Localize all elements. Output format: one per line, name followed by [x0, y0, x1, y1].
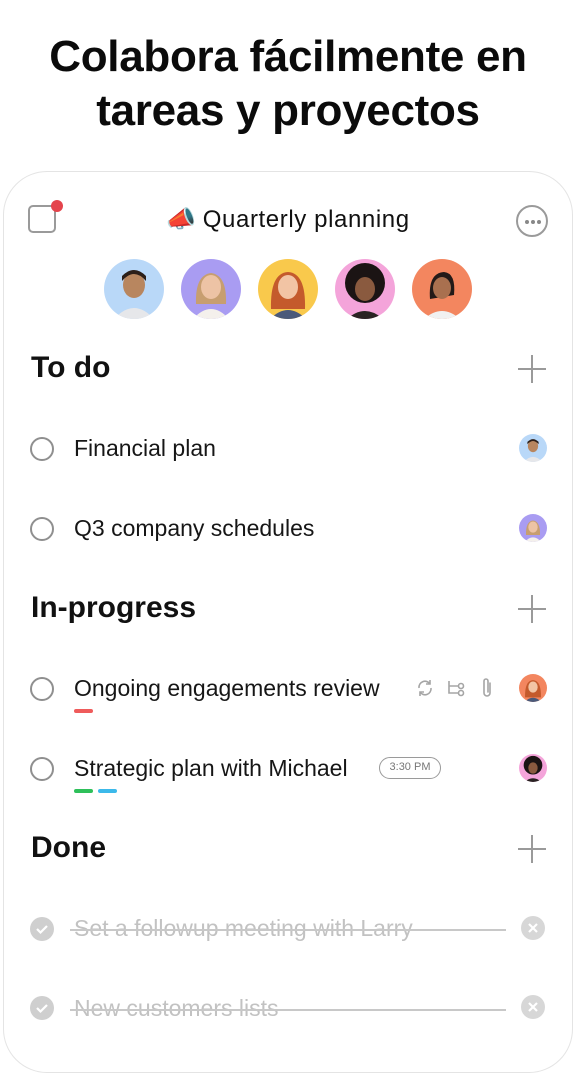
task-row[interactable]: New customers lists	[0, 984, 576, 1034]
task-checkbox[interactable]	[30, 517, 54, 541]
task-row[interactable]: Ongoing engagements review	[0, 664, 576, 714]
task-label: Ongoing engagements review	[74, 675, 380, 701]
task-row[interactable]: Q3 company schedules	[0, 504, 576, 554]
member-avatar-1[interactable]	[104, 259, 164, 319]
task-label: Q3 company schedules	[74, 515, 315, 541]
assignee-avatar[interactable]	[519, 514, 547, 542]
strikethrough-line	[70, 929, 506, 931]
assignee-avatar[interactable]	[519, 674, 547, 702]
task-checkbox[interactable]	[30, 757, 54, 781]
member-avatar-2[interactable]	[181, 259, 241, 319]
task-tag-blue	[98, 789, 117, 793]
task-row[interactable]: Financial plan	[0, 424, 576, 474]
add-task-done-button[interactable]	[518, 835, 546, 863]
add-task-in-progress-button[interactable]	[518, 595, 546, 623]
strikethrough-line	[70, 1009, 506, 1011]
section-title-todo: To do	[31, 351, 111, 384]
completed-check-icon[interactable]	[30, 917, 54, 941]
completed-check-icon[interactable]	[30, 996, 54, 1020]
attachment-icon	[483, 678, 491, 697]
task-tag-green	[74, 789, 93, 793]
member-avatar-5[interactable]	[412, 259, 472, 319]
task-checkbox[interactable]	[30, 677, 54, 701]
task-label: Strategic plan with Michael	[74, 755, 348, 781]
remove-icon[interactable]	[521, 995, 545, 1019]
member-avatar-3[interactable]	[258, 259, 318, 319]
section-title-done: Done	[31, 831, 106, 864]
megaphone-icon: 📣	[166, 205, 197, 233]
due-time-badge: 3:30 PM	[379, 757, 441, 779]
task-row[interactable]: Strategic plan with Michael	[0, 744, 576, 794]
task-tag-red	[74, 709, 93, 713]
section-title-in-progress: In-progress	[31, 591, 197, 624]
member-avatar-4[interactable]	[335, 259, 395, 319]
assignee-avatar[interactable]	[519, 434, 547, 462]
task-row[interactable]: Set a followup meeting with Larry	[0, 904, 576, 954]
task-label: Financial plan	[74, 435, 216, 461]
recurring-icon	[418, 680, 432, 696]
more-icon[interactable]	[516, 205, 548, 237]
assignee-avatar[interactable]	[519, 754, 547, 782]
project-title: 📣 Quarterly planning	[0, 205, 576, 234]
subtask-icon	[448, 681, 465, 697]
headline: Colabora fácilmente en tareas y proyecto…	[0, 30, 576, 138]
headline-line-2: tareas y proyectos	[96, 86, 480, 135]
remove-icon[interactable]	[521, 916, 545, 940]
project-title-text: Quarterly planning	[202, 206, 410, 233]
add-task-todo-button[interactable]	[518, 355, 546, 383]
headline-line-1: Colabora fácilmente en	[49, 32, 527, 81]
task-checkbox[interactable]	[30, 437, 54, 461]
